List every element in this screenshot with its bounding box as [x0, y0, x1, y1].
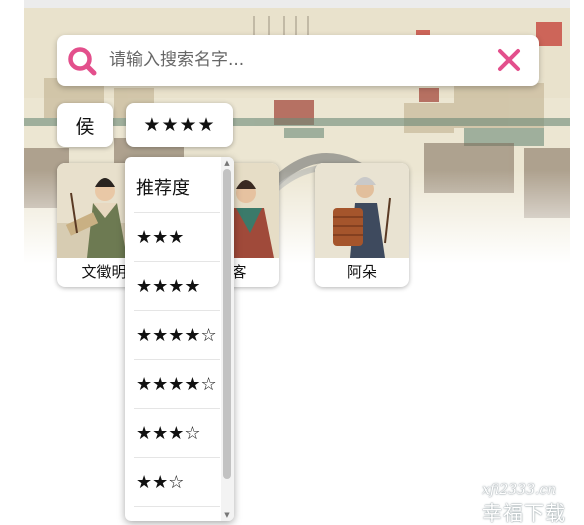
character-card[interactable]: 阿朵	[315, 163, 409, 287]
search-input[interactable]: 请输入搜索名字...	[109, 35, 244, 86]
top-strip	[24, 0, 570, 8]
search-bar[interactable]: 请输入搜索名字...	[57, 35, 539, 86]
app-page: 请输入搜索名字... 侯 ★★★★ 文徵明 侠客	[0, 0, 584, 525]
rating-dropdown-list[interactable]: 推荐度 ★★★ ★★★★ ★★★★☆ ★★★★☆ ★★★☆ ★★☆ ▲ ▼	[125, 157, 234, 521]
dropdown-option[interactable]: ★★★★☆	[134, 360, 220, 409]
rating-filter-button[interactable]: ★★★★	[126, 103, 233, 147]
scroll-down-arrow-icon[interactable]: ▼	[223, 511, 231, 519]
dropdown-option[interactable]: ★★★	[134, 213, 220, 262]
character-name: 阿朵	[346, 263, 377, 281]
dropdown-option[interactable]: ★★★★	[134, 262, 220, 311]
name-filter-button[interactable]: 侯	[57, 103, 113, 147]
scrollbar-thumb[interactable]	[223, 169, 231, 479]
dropdown-option[interactable]: ★★★☆	[134, 409, 220, 458]
dropdown-option[interactable]: ★★★★☆	[134, 311, 220, 360]
close-icon[interactable]	[496, 47, 522, 73]
character-portrait	[315, 163, 409, 258]
watermark-text: 幸福下载	[482, 501, 566, 525]
dropdown-option[interactable]: ★★☆	[134, 458, 220, 507]
search-icon[interactable]	[67, 46, 97, 76]
watermark-site: xfi2333.cn	[482, 482, 557, 498]
dropdown-option[interactable]: 推荐度	[134, 164, 220, 213]
scroll-up-arrow-icon[interactable]: ▲	[223, 159, 231, 167]
